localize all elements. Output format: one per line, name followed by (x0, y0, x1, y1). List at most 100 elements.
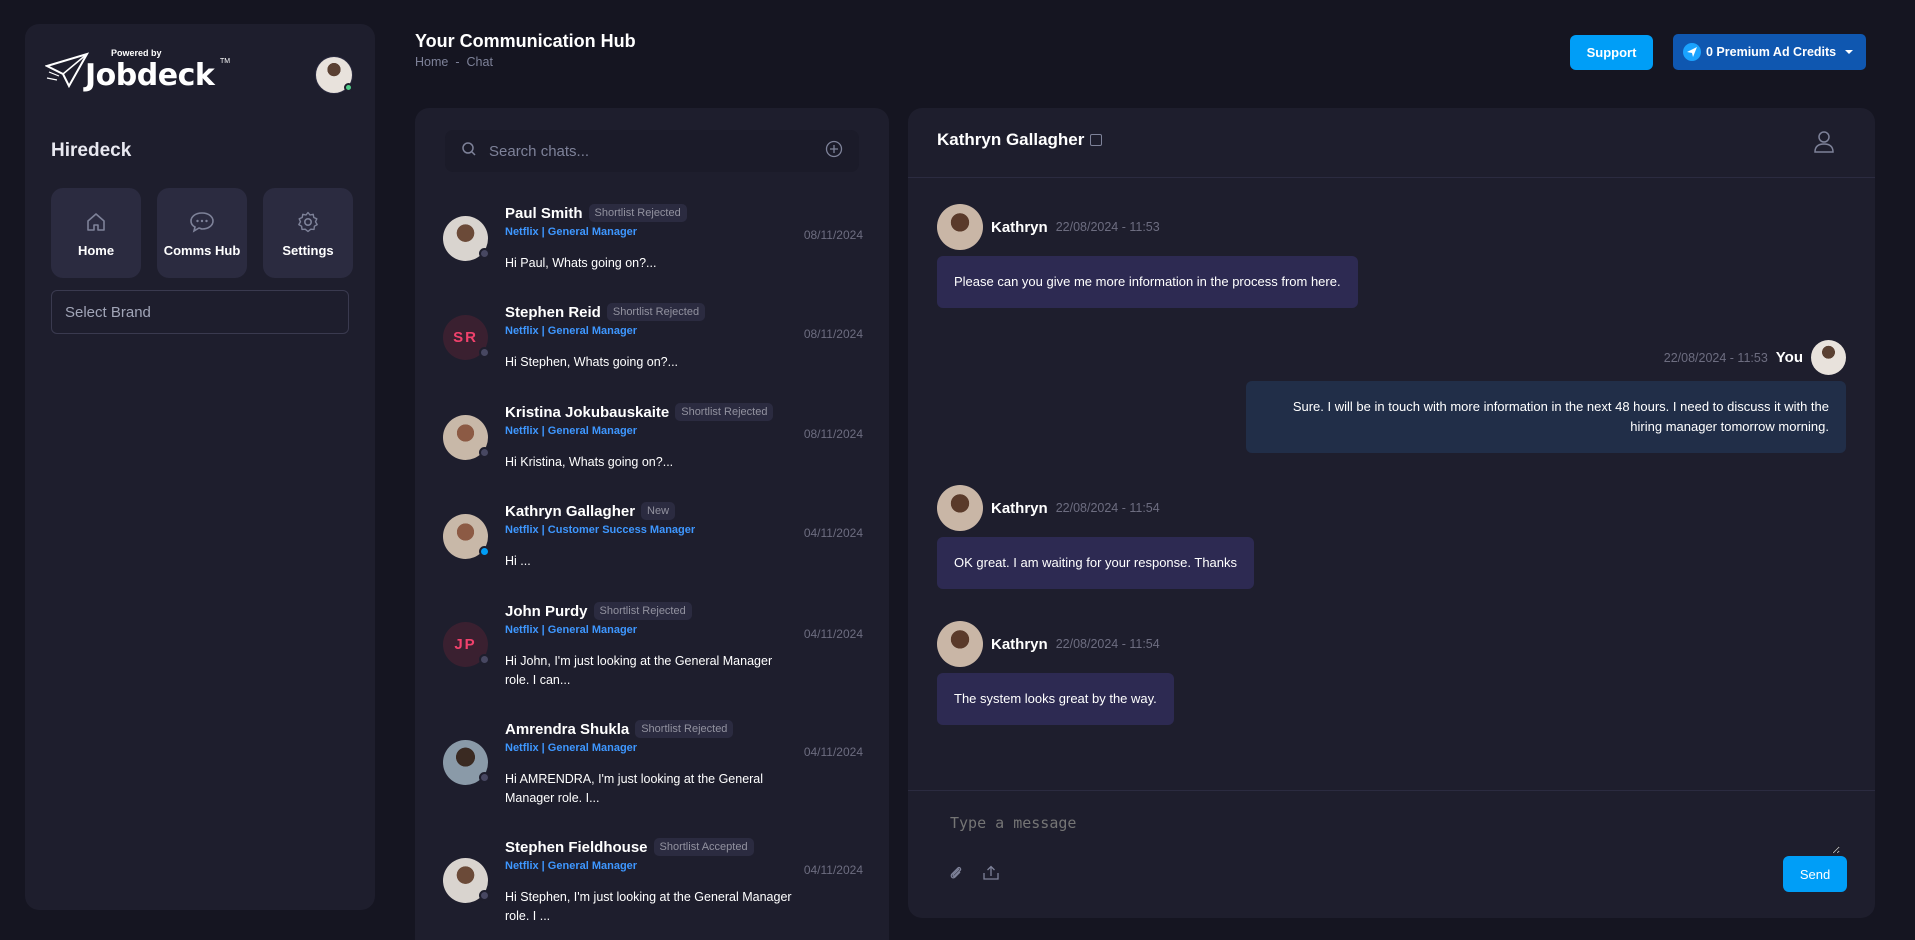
contact-role[interactable]: Netflix | General Manager (505, 860, 637, 872)
status-dot (479, 654, 490, 665)
user-profile-icon[interactable] (1813, 130, 1835, 159)
conversation-contact-name[interactable]: Kathryn Gallagher (937, 130, 1103, 150)
status-dot (479, 546, 490, 557)
contact-date: 08/11/2024 (803, 228, 863, 242)
status-dot (479, 248, 490, 259)
chat-bubble-icon (189, 209, 215, 235)
paper-plane-icon (45, 52, 89, 88)
status-badge: Shortlist Rejected (635, 720, 734, 738)
contact-date: 04/11/2024 (803, 627, 863, 641)
contact-date: 04/11/2024 (803, 526, 863, 540)
status-dot (479, 772, 490, 783)
nav-tiles: Home Comms Hub Settings (51, 188, 353, 278)
nav-tile-comms-hub[interactable]: Comms Hub (157, 188, 247, 278)
message-bubble-incoming: OK great. I am waiting for your response… (937, 537, 1255, 589)
contact-item[interactable]: Kristina Jokubauskaite Shortlist Rejected… (443, 403, 863, 493)
contact-date: 04/11/2024 (803, 745, 863, 759)
message-thread: Kathryn 22/08/2024 - 11:53 Please can yo… (908, 204, 1875, 764)
status-dot (479, 347, 490, 358)
breadcrumb-separator: - (455, 55, 460, 69)
paper-plane-icon (1683, 43, 1701, 61)
contact-role[interactable]: Netflix | General Manager (505, 425, 637, 437)
status-badge: Shortlist Rejected (675, 403, 774, 421)
contact-avatar: SR (443, 315, 490, 360)
status-badge: Shortlist Rejected (593, 602, 692, 620)
breadcrumb-current: Chat (466, 55, 493, 69)
search-chats-input[interactable]: Search chats... (445, 130, 859, 172)
contact-last-message: Hi John, I'm just looking at the General… (505, 654, 773, 687)
send-button[interactable]: Send (1783, 856, 1847, 892)
contact-avatar: JP (443, 622, 490, 667)
logo-trademark: TM (220, 58, 231, 65)
contact-avatar (443, 858, 490, 903)
sender-name: Kathryn (991, 635, 1048, 653)
external-link-icon[interactable] (1090, 134, 1103, 146)
sender-avatar (937, 204, 983, 250)
status-dot (479, 890, 490, 901)
contact-item[interactable]: Amrendra Shukla Shortlist Rejected Netfli… (443, 720, 863, 830)
jobdeck-logo[interactable]: Powered by Jobdeck TM (45, 48, 230, 93)
contact-avatar (443, 740, 490, 785)
logo-powered-by: Powered by (111, 48, 162, 58)
message-header: Kathryn 22/08/2024 - 11:54 (937, 621, 1160, 667)
contact-last-message: Hi Paul, Whats going on?... (505, 256, 657, 270)
avatar-initials: JP (454, 636, 477, 653)
message-time: 22/08/2024 - 11:54 (1055, 501, 1160, 515)
message-bubble-incoming: The system looks great by the way. (937, 673, 1174, 725)
contact-last-message: Hi AMRENDRA, I'm just looking at the Gen… (505, 772, 764, 805)
status-dot (479, 447, 490, 458)
contact-name: Kristina Jokubauskaite (505, 403, 670, 421)
page-title: Your Communication Hub (415, 31, 636, 51)
contact-item[interactable]: SR Stephen Reid Shortlist Rejected Netfli… (443, 303, 863, 393)
paperclip-icon[interactable] (948, 864, 964, 887)
contact-last-message: Hi ... (505, 554, 531, 568)
contact-role[interactable]: Netflix | Customer Success Manager (505, 524, 695, 536)
message-header: 22/08/2024 - 11:53 You (1664, 340, 1846, 375)
contact-avatar (443, 514, 490, 559)
composer-divider (908, 790, 1875, 791)
support-button[interactable]: Support (1570, 35, 1653, 70)
contact-role[interactable]: Netflix | General Manager (505, 742, 637, 754)
breadcrumb-home[interactable]: Home (415, 55, 448, 69)
select-brand-dropdown[interactable]: Select Brand (51, 290, 349, 334)
avatar-initials: SR (453, 329, 478, 346)
contact-item[interactable]: JP John Purdy Shortlist Rejected Netflix … (443, 602, 863, 712)
message-time: 22/08/2024 - 11:54 (1055, 637, 1160, 651)
organization-name: Hiredeck (51, 140, 132, 161)
message-time: 22/08/2024 - 11:53 (1663, 350, 1768, 365)
message-header: Kathryn 22/08/2024 - 11:53 (937, 204, 1160, 250)
upload-icon[interactable] (982, 864, 1000, 887)
nav-tile-label: Home (77, 242, 115, 258)
contact-role[interactable]: Netflix | General Manager (505, 325, 637, 337)
online-status-dot (344, 83, 353, 92)
logo-wordmark: Jobdeck (85, 58, 215, 93)
nav-tile-home[interactable]: Home (51, 188, 141, 278)
add-chat-icon[interactable] (825, 140, 843, 163)
contact-role[interactable]: Netflix | General Manager (505, 624, 637, 636)
sender-avatar (937, 485, 983, 531)
nav-tile-settings[interactable]: Settings (263, 188, 353, 278)
chevron-down-icon (1845, 50, 1854, 54)
status-badge: Shortlist Rejected (588, 204, 687, 222)
contact-item[interactable]: Stephen Fieldhouse Shortlist Accepted Net… (443, 838, 863, 940)
contact-avatar (443, 216, 490, 261)
breadcrumb: Home - Chat (415, 55, 493, 69)
gear-icon (295, 209, 321, 235)
contact-name: Paul Smith (505, 204, 583, 222)
contact-name: Amrendra Shukla (505, 720, 630, 738)
sender-name: Kathryn (991, 218, 1048, 236)
contact-role[interactable]: Netflix | General Manager (505, 226, 637, 238)
sender-name: Kathryn (991, 499, 1048, 517)
contact-item[interactable]: Paul Smith Shortlist Rejected Netflix | G… (443, 204, 863, 294)
message-input[interactable] (950, 814, 1840, 854)
status-badge: New (641, 502, 676, 520)
contact-name: Kathryn Gallagher (505, 502, 636, 520)
contact-item[interactable]: Kathryn Gallagher New Netflix | Customer … (443, 502, 863, 592)
contact-last-message: Hi Kristina, Whats going on?... (505, 455, 674, 469)
status-badge: Shortlist Accepted (653, 838, 754, 856)
conversation-header: Kathryn Gallagher (908, 108, 1875, 178)
premium-credits-dropdown[interactable]: 0 Premium Ad Credits (1673, 34, 1866, 70)
user-avatar[interactable] (315, 56, 353, 94)
message-bubble-incoming: Please can you give me more information … (937, 256, 1358, 308)
message-time: 22/08/2024 - 11:53 (1055, 220, 1160, 234)
